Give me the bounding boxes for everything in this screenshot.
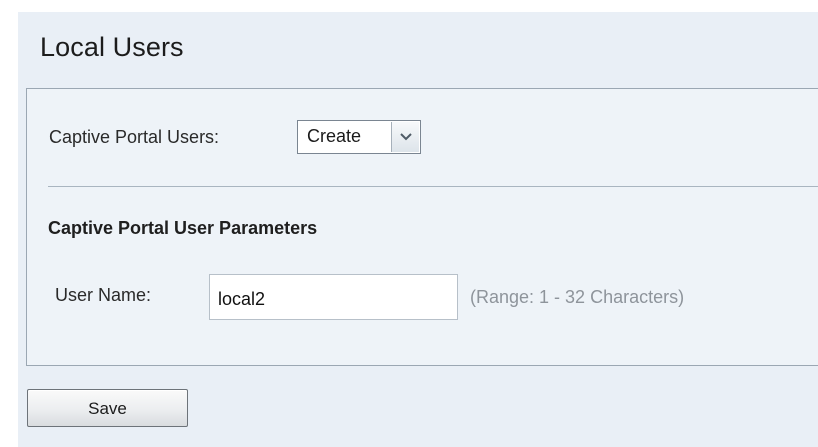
section-divider: [48, 186, 818, 187]
user-name-input[interactable]: [209, 274, 458, 320]
chevron-down-icon: [400, 133, 412, 141]
user-name-range-hint: (Range: 1 - 32 Characters): [470, 287, 685, 307]
user-name-label: User Name:: [55, 285, 152, 305]
captive-portal-users-select[interactable]: Create: [297, 120, 421, 154]
dropdown-button[interactable]: [391, 122, 419, 152]
captive-portal-users-label: Captive Portal Users:: [49, 127, 220, 147]
user-parameters-heading: Captive Portal User Parameters: [48, 218, 318, 238]
page-title: Local Users: [40, 32, 184, 62]
captive-portal-users-selected-value: Create: [307, 126, 362, 146]
save-button[interactable]: Save: [27, 389, 188, 427]
